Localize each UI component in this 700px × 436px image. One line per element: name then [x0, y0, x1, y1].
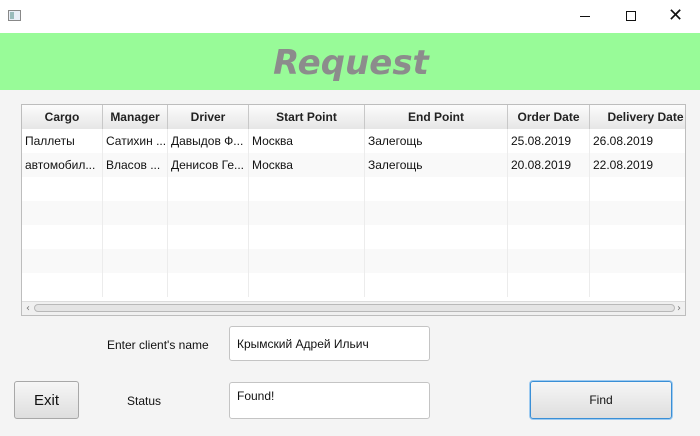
scrollbar-thumb[interactable]: [34, 304, 675, 312]
minimize-icon: [580, 16, 590, 17]
table-cell: [249, 249, 365, 273]
table-cell: 25.08.2019: [508, 129, 590, 153]
table-cell: [22, 177, 103, 201]
column-header-order-date[interactable]: Order Date: [508, 105, 590, 129]
table-cell: [508, 249, 590, 273]
table-cell: [168, 177, 249, 201]
table-cell: Москва: [249, 153, 365, 177]
exit-button[interactable]: Exit: [14, 381, 79, 419]
table-row[interactable]: Паллеты Сатихин ... Давыдов Ф... Москва Зале…: [22, 129, 685, 153]
scroll-right-arrow-icon[interactable]: ›: [673, 302, 685, 315]
table-row[interactable]: [22, 249, 685, 273]
title-bar: ✕: [0, 0, 700, 33]
table-cell: Сатихин ...: [103, 129, 168, 153]
horizontal-scrollbar[interactable]: ‹ ›: [22, 301, 685, 315]
table-cell: [508, 273, 590, 297]
table-cell: Паллеты: [22, 129, 103, 153]
table-cell: Власов ...: [103, 153, 168, 177]
table-cell: [365, 201, 508, 225]
table-cell: [22, 249, 103, 273]
table-cell: [590, 201, 685, 225]
column-header-start-point[interactable]: Start Point: [249, 105, 365, 129]
column-header-cargo[interactable]: Cargo: [22, 105, 103, 129]
table-cell: Денисов Ге...: [168, 153, 249, 177]
table-row[interactable]: [22, 177, 685, 201]
maximize-button[interactable]: [608, 0, 654, 33]
column-header-end-point[interactable]: End Point: [365, 105, 508, 129]
table-cell: [168, 201, 249, 225]
table-cell: [22, 225, 103, 249]
table-cell: [103, 273, 168, 297]
app-window-icon: [8, 10, 21, 21]
table-cell: [590, 249, 685, 273]
client-name-input[interactable]: [229, 326, 430, 361]
table-cell: [249, 225, 365, 249]
table-cell: Залегощь: [365, 129, 508, 153]
table-cell: [365, 273, 508, 297]
table-cell: [249, 201, 365, 225]
find-button[interactable]: Find: [530, 381, 672, 419]
header-band: Request: [0, 33, 700, 90]
table-cell: [365, 177, 508, 201]
client-name-label: Enter client's name: [107, 338, 209, 352]
table-cell: [168, 249, 249, 273]
table-cell: [365, 225, 508, 249]
table-cell: [103, 201, 168, 225]
table-row[interactable]: [22, 273, 685, 297]
table-cell: автомобил...: [22, 153, 103, 177]
table-header: Cargo Manager Driver Start Point End Poi…: [22, 105, 685, 130]
table-cell: 20.08.2019: [508, 153, 590, 177]
requests-table[interactable]: Cargo Manager Driver Start Point End Poi…: [21, 104, 686, 316]
status-label: Status: [127, 394, 162, 408]
close-icon: ✕: [668, 5, 684, 26]
table-cell: Залегощь: [365, 153, 508, 177]
table-row[interactable]: [22, 225, 685, 249]
table-cell: [508, 177, 590, 201]
table-body: Паллеты Сатихин ... Давыдов Ф... Москва Зале…: [22, 129, 685, 297]
table-cell: [22, 201, 103, 225]
table-cell: [249, 177, 365, 201]
scroll-left-arrow-icon[interactable]: ‹: [22, 302, 34, 315]
table-cell: [168, 273, 249, 297]
table-cell: [508, 225, 590, 249]
table-cell: [22, 273, 103, 297]
table-row[interactable]: автомобил... Власов ... Денисов Ге... Москв…: [22, 153, 685, 177]
column-header-manager[interactable]: Manager: [103, 105, 168, 129]
table-cell: Москва: [249, 129, 365, 153]
table-cell: Давыдов Ф...: [168, 129, 249, 153]
maximize-icon: [626, 11, 636, 21]
table-cell: 22.08.2019: [590, 153, 685, 177]
table-cell: [508, 201, 590, 225]
table-cell: [103, 249, 168, 273]
table-cell: [365, 249, 508, 273]
table-cell: 26.08.2019: [590, 129, 685, 153]
table-cell: [590, 273, 685, 297]
column-header-driver[interactable]: Driver: [168, 105, 249, 129]
table-cell: [249, 273, 365, 297]
table-cell: [590, 225, 685, 249]
table-cell: [103, 177, 168, 201]
minimize-button[interactable]: [562, 0, 608, 33]
column-header-delivery-date[interactable]: Delivery Date: [590, 105, 685, 129]
status-field[interactable]: Found!: [229, 382, 430, 419]
table-cell: [590, 177, 685, 201]
table-cell: [168, 225, 249, 249]
table-cell: [103, 225, 168, 249]
table-row[interactable]: [22, 201, 685, 225]
page-title: Request: [273, 43, 429, 83]
close-button[interactable]: ✕: [654, 0, 700, 33]
